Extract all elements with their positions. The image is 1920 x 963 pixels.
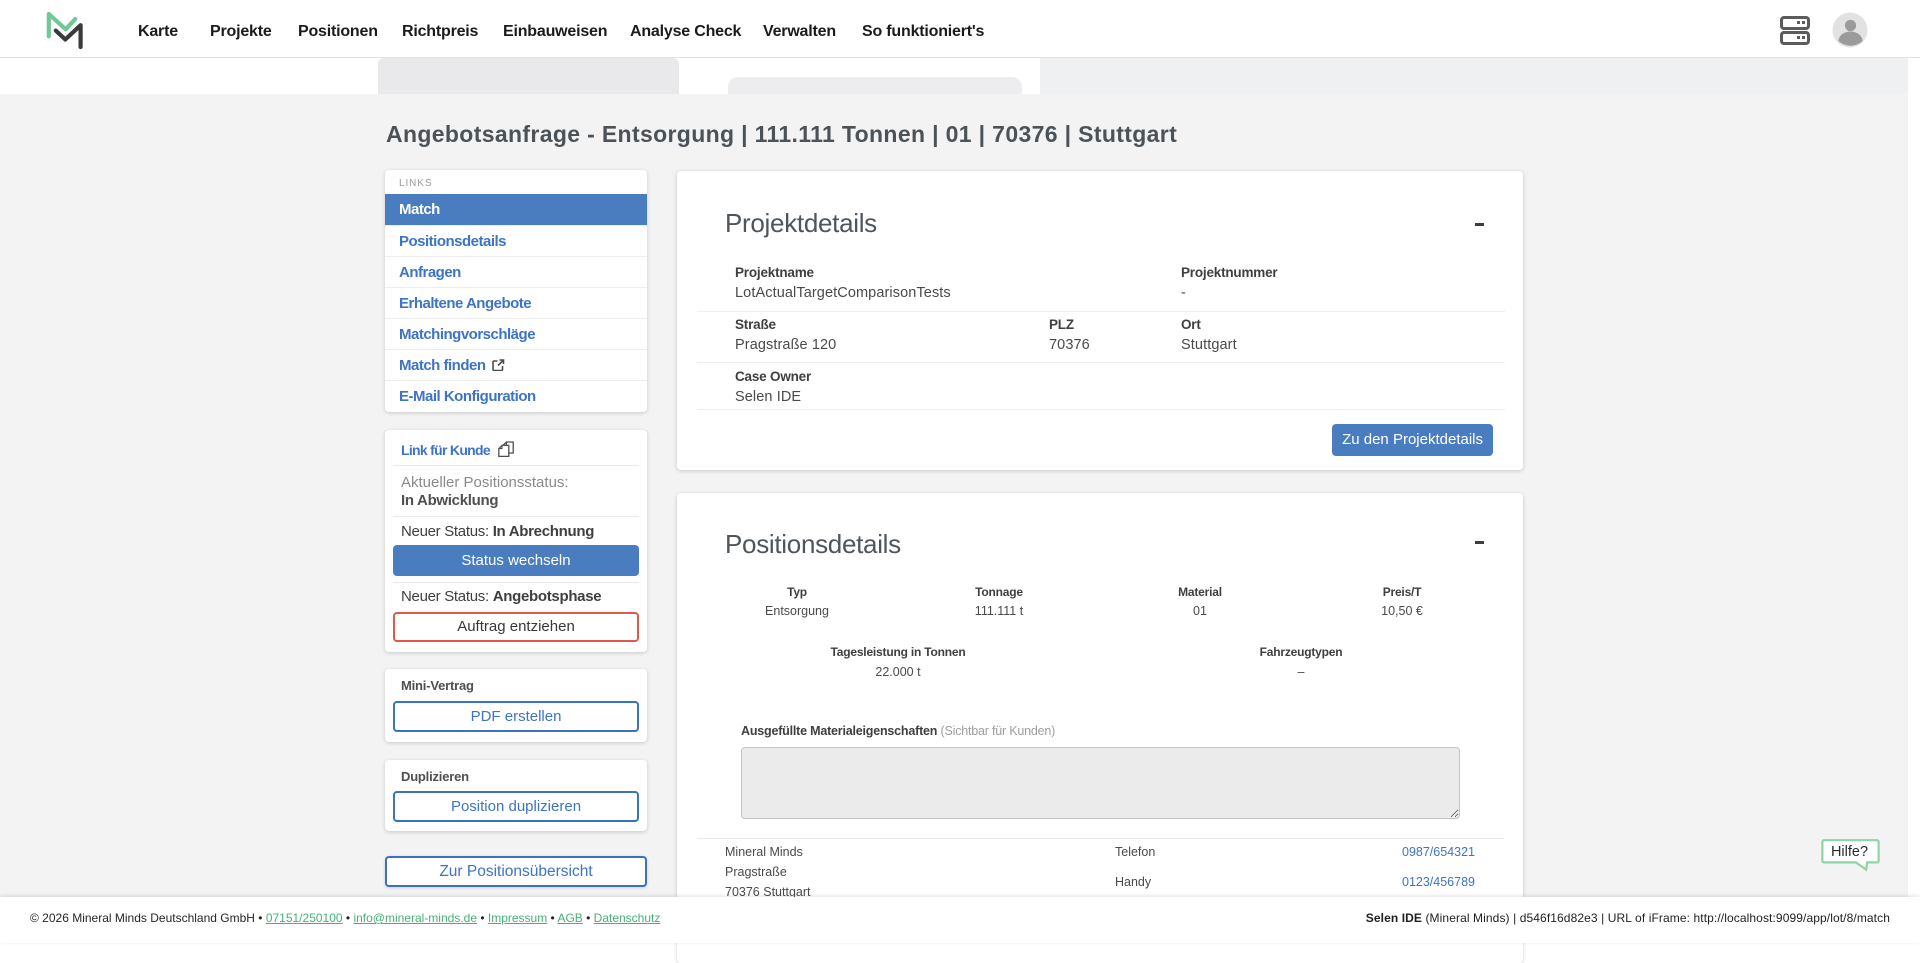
svg-text:Hilfe?: Hilfe? [1831, 844, 1868, 860]
